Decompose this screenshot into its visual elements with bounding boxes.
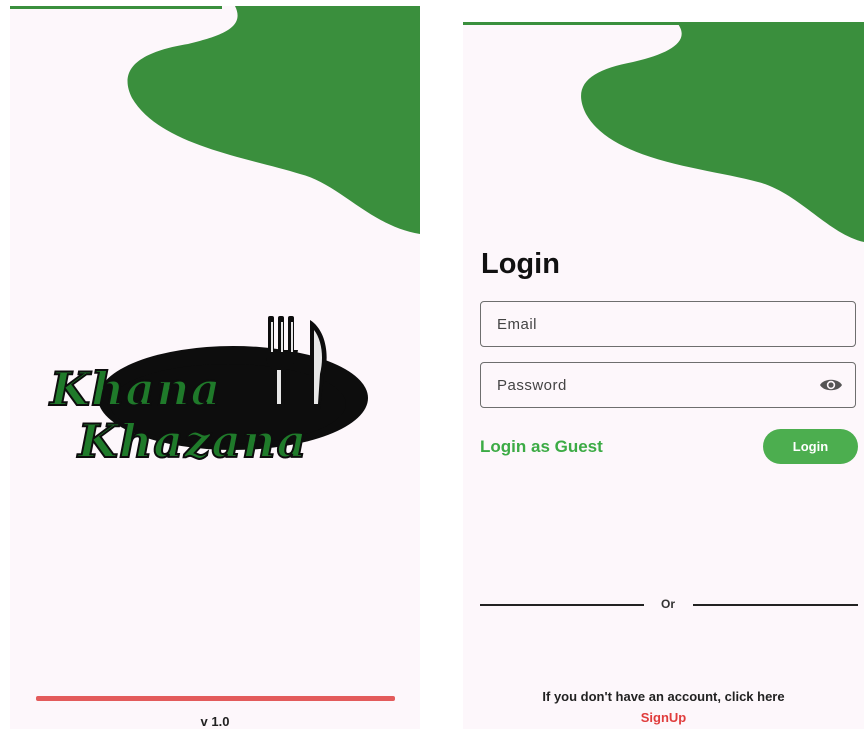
page-title: Login	[481, 248, 560, 280]
divider-left	[480, 604, 644, 606]
decorative-blob	[127, 6, 420, 234]
divider-right	[693, 604, 858, 606]
signup-hint: If you don't have an account, click here	[542, 689, 785, 704]
divider-label: Or	[660, 597, 675, 611]
logo-text-line1: Khana	[49, 361, 222, 417]
login-screen: Login Login as Guest Login Or If you don…	[463, 22, 864, 729]
signup-link[interactable]: SignUp	[463, 710, 864, 725]
decorative-blob	[581, 24, 864, 242]
password-field-container	[480, 362, 856, 408]
email-field-container	[480, 301, 856, 347]
password-field[interactable]	[481, 363, 855, 407]
app-logo: Khana Khazana	[48, 308, 378, 478]
login-as-guest-link[interactable]: Login as Guest	[480, 437, 603, 457]
splash-screen: Khana Khazana v 1.0	[10, 6, 420, 729]
loading-progress-bar	[36, 696, 395, 701]
version-label: v 1.0	[200, 714, 230, 729]
logo-text-line2: Khazana	[77, 413, 308, 469]
email-field[interactable]	[481, 302, 855, 346]
eye-icon[interactable]	[819, 376, 843, 394]
login-button[interactable]: Login	[763, 429, 858, 464]
